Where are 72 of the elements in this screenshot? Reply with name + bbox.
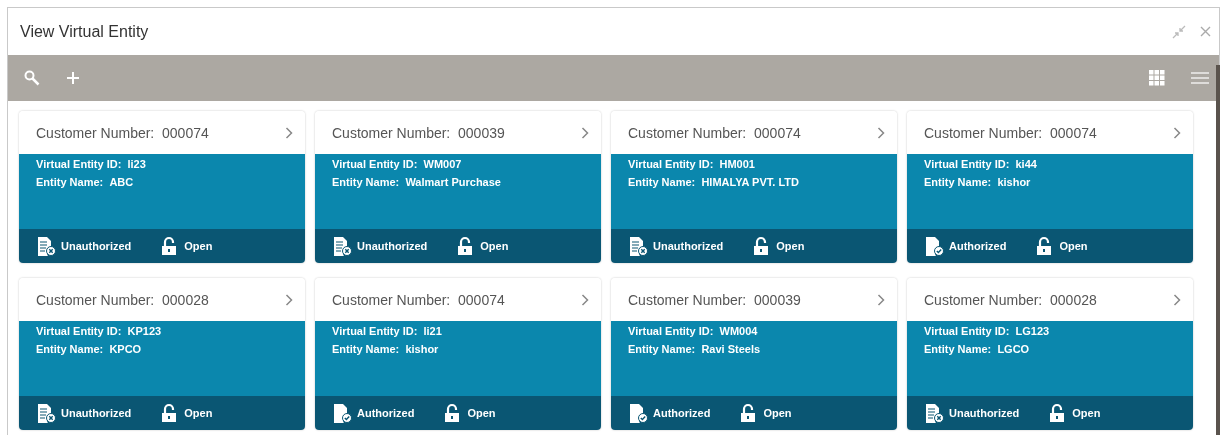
chevron-right-icon[interactable]	[285, 126, 293, 139]
chevron-right-icon[interactable]	[1173, 293, 1181, 306]
close-icon[interactable]	[1200, 26, 1211, 37]
lock-status: Open	[184, 407, 213, 419]
entity-card[interactable]: Customer Number: 000074 Virtual Entity ID: HM001 Entity Name: HIMALYA PVT. LTD Unauthorized Open	[611, 111, 897, 263]
add-icon[interactable]	[66, 71, 80, 85]
virtual-entity-id: Virtual Entity ID: WM004	[628, 325, 759, 337]
entity-name: Entity Name: kishor	[332, 343, 440, 355]
entity-name: Entity Name: ABC	[36, 176, 135, 188]
entity-name: Entity Name: KPCO	[36, 343, 143, 355]
virtual-entity-id: Virtual Entity ID: KP123	[36, 325, 163, 337]
chevron-right-icon[interactable]	[285, 293, 293, 306]
entity-name: Entity Name: kishor	[924, 176, 1032, 188]
customer-number: Customer Number: 000074	[36, 124, 209, 141]
authorization-status: Authorized	[653, 407, 711, 419]
window-title: View Virtual Entity	[20, 22, 149, 41]
chevron-right-icon[interactable]	[581, 126, 589, 139]
entity-name: Entity Name: Walmart Purchase	[332, 176, 502, 188]
entity-card[interactable]: Customer Number: 000028 Virtual Entity ID: LG123 Entity Name: LGCO Unauthorized Open	[907, 278, 1193, 430]
lock-status: Open	[763, 407, 792, 419]
authorization-status: Unauthorized	[61, 407, 132, 419]
lock-status: Open	[480, 240, 509, 252]
authorization-status: Unauthorized	[61, 240, 132, 252]
document-cross-icon	[36, 236, 56, 256]
lock-status: Open	[1059, 240, 1088, 252]
entity-name: Entity Name: Ravi Steels	[628, 343, 762, 355]
authorization-status: Unauthorized	[653, 240, 724, 252]
authorization-status: Authorized	[949, 240, 1007, 252]
customer-number: Customer Number: 000028	[36, 291, 209, 308]
document-check-icon	[332, 403, 352, 423]
chevron-right-icon[interactable]	[1173, 126, 1181, 139]
document-check-icon	[628, 403, 648, 423]
entity-card[interactable]: Customer Number: 000028 Virtual Entity ID: KP123 Entity Name: KPCO Unauthorized Open	[19, 278, 305, 430]
authorization-status: Unauthorized	[357, 240, 428, 252]
entity-card[interactable]: Customer Number: 000039 Virtual Entity ID: WM007 Entity Name: Walmart Purchase Unauthorized Open	[315, 111, 601, 263]
lock-status: Open	[467, 407, 496, 419]
authorization-status: Unauthorized	[949, 407, 1020, 419]
scrollbar[interactable]	[1216, 65, 1220, 435]
document-cross-icon	[628, 236, 648, 256]
chevron-right-icon[interactable]	[581, 293, 589, 306]
entity-name: Entity Name: LGCO	[924, 343, 1031, 355]
entity-card[interactable]: Customer Number: 000074 Virtual Entity ID: li23 Entity Name: ABC Unauthorized Open	[19, 111, 305, 263]
entity-card[interactable]: Customer Number: 000039 Virtual Entity ID: WM004 Entity Name: Ravi Steels Authorized Open	[611, 278, 897, 430]
virtual-entity-id: Virtual Entity ID: WM007	[332, 158, 463, 170]
customer-number: Customer Number: 000074	[332, 291, 505, 308]
virtual-entity-id: Virtual Entity ID: HM001	[628, 158, 756, 170]
authorization-status: Authorized	[357, 407, 415, 419]
customer-number: Customer Number: 000028	[924, 291, 1097, 308]
chevron-right-icon[interactable]	[877, 126, 885, 139]
entity-name: Entity Name: HIMALYA PVT. LTD	[628, 176, 800, 188]
grid-view-icon[interactable]	[1149, 70, 1165, 86]
customer-number: Customer Number: 000039	[332, 124, 505, 141]
search-icon[interactable]	[24, 70, 40, 86]
chevron-right-icon[interactable]	[877, 293, 885, 306]
virtual-entity-id: Virtual Entity ID: li23	[36, 158, 147, 170]
list-view-icon[interactable]	[1191, 71, 1209, 85]
document-cross-icon	[36, 403, 56, 423]
customer-number: Customer Number: 000074	[924, 124, 1097, 141]
minimize-icon[interactable]	[1172, 24, 1186, 39]
entity-card[interactable]: Customer Number: 000074 Virtual Entity ID: ki44 Entity Name: kishor Authorized Open	[907, 111, 1193, 263]
customer-number: Customer Number: 000039	[628, 291, 801, 308]
lock-status: Open	[1072, 407, 1101, 419]
virtual-entity-id: Virtual Entity ID: li21	[332, 325, 443, 337]
document-check-icon	[924, 236, 944, 256]
lock-status: Open	[776, 240, 805, 252]
entity-card[interactable]: Customer Number: 000074 Virtual Entity ID: li21 Entity Name: kishor Authorized Open	[315, 278, 601, 430]
customer-number: Customer Number: 000074	[628, 124, 801, 141]
document-cross-icon	[332, 236, 352, 256]
lock-status: Open	[184, 240, 213, 252]
virtual-entity-id: Virtual Entity ID: LG123	[924, 325, 1051, 337]
virtual-entity-id: Virtual Entity ID: ki44	[924, 158, 1038, 170]
document-cross-icon	[924, 403, 944, 423]
